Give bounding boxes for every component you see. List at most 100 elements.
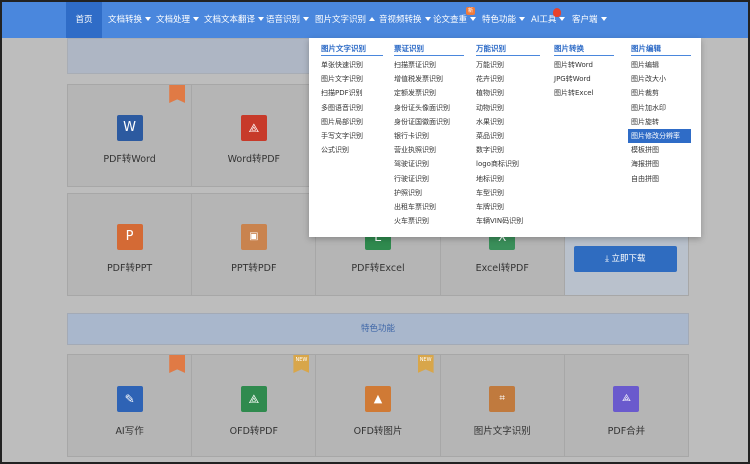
- ppt-pdf-icon: ▣: [240, 224, 267, 250]
- menu-item[interactable]: 手写文字识别: [321, 129, 383, 143]
- tool-pdf-merge[interactable]: ⟁ PDF合并: [563, 354, 690, 457]
- menu-item[interactable]: 图片改大小: [631, 72, 691, 86]
- menu-item[interactable]: 水果识别: [476, 115, 540, 129]
- nav-speech-recognition[interactable]: 语音识别: [266, 2, 310, 38]
- new-badge: 新: [466, 7, 475, 15]
- menu-item[interactable]: 出租车票识别: [394, 200, 464, 214]
- tool-ofd-to-pdf[interactable]: NEW ⟁ OFD转PDF: [191, 354, 316, 457]
- download-button[interactable]: ⤓ 立即下载: [573, 246, 677, 272]
- tool-label: PPT转PDF: [231, 263, 277, 274]
- word-icon: W: [116, 115, 143, 141]
- chevron-down-icon: [470, 17, 477, 21]
- col-head: 图片转换: [554, 38, 614, 56]
- menu-item[interactable]: 地标识别: [476, 172, 540, 186]
- menu-item[interactable]: 定额发票识别: [394, 86, 464, 100]
- scan-icon: ⌗: [489, 386, 516, 412]
- tool-label: AI写作: [115, 426, 144, 437]
- menu-item[interactable]: 身份证国徽面识别: [394, 115, 464, 129]
- menu-item[interactable]: 扫描PDF识别: [321, 86, 383, 100]
- nav-featured[interactable]: 特色功能: [482, 2, 526, 38]
- menu-item[interactable]: 菜品识别: [476, 129, 540, 143]
- tool-ai-writing[interactable]: ✎ AI写作: [67, 354, 192, 457]
- nav-image-ocr[interactable]: 图片文字识别: [315, 2, 376, 38]
- tool-label: PDF合并: [607, 426, 646, 437]
- menu-item[interactable]: 动物识别: [476, 101, 540, 115]
- chevron-down-icon: [519, 17, 526, 21]
- tool-label: Excel转PDF: [475, 263, 529, 274]
- new-badge-icon: NEW: [293, 355, 310, 373]
- menu-item[interactable]: 车牌识别: [476, 200, 540, 214]
- image-icon: ▲: [365, 386, 391, 412]
- menu-item[interactable]: 图片旋转: [631, 115, 691, 129]
- tool-ppt-to-pdf[interactable]: ▣ PPT转PDF: [191, 193, 316, 296]
- menu-item[interactable]: 单张快速识别: [321, 58, 383, 72]
- menu-item[interactable]: 护照识别: [394, 186, 464, 200]
- nav-home[interactable]: 首页: [66, 2, 102, 38]
- tool-label: PDF转PPT: [106, 263, 153, 274]
- menu-item[interactable]: 植物识别: [476, 86, 540, 100]
- menu-item[interactable]: 图片裁剪: [631, 86, 691, 100]
- tool-label: OFD转图片: [353, 426, 403, 437]
- pdf-icon: ⟁: [240, 115, 267, 141]
- menu-item[interactable]: 图片加水印: [631, 101, 691, 115]
- chevron-down-icon: [559, 17, 566, 21]
- menu-item[interactable]: 扫描票证识别: [394, 58, 464, 72]
- tool-grid-row-3: ✎ AI写作 NEW ⟁ OFD转PDF NEW ▲ OFD转图片 ⌗ 图片文字…: [67, 354, 690, 457]
- menu-item[interactable]: 驾驶证识别: [394, 157, 464, 171]
- tool-pdf-to-ppt[interactable]: P PDF转PPT: [67, 193, 192, 296]
- menu-item[interactable]: 银行卡识别: [394, 129, 464, 143]
- menu-item[interactable]: 模板拼图: [631, 143, 691, 157]
- menu-item[interactable]: 公式识别: [321, 143, 383, 157]
- tool-label: Word转PDF: [227, 154, 281, 165]
- tool-word-to-pdf[interactable]: ⟁ Word转PDF: [191, 84, 316, 187]
- menu-item[interactable]: 海报拼图: [631, 157, 691, 171]
- chevron-down-icon: [600, 17, 607, 21]
- new-badge-icon: NEW: [417, 355, 434, 373]
- tool-image-text-ocr[interactable]: ⌗ 图片文字识别: [439, 354, 564, 457]
- nav-ai-tools[interactable]: AI工具: [531, 2, 566, 38]
- browser-frame: W PDF转Word ⟁ Word转PDF P PDF转PPT ▣ PPT转PD…: [0, 0, 750, 464]
- menu-item[interactable]: 火车票识别: [394, 214, 464, 228]
- col-head: 万能识别: [476, 38, 540, 56]
- menu-item[interactable]: 图片编辑: [631, 58, 691, 72]
- tool-pdf-to-word[interactable]: W PDF转Word: [67, 84, 192, 187]
- nav-client[interactable]: 客户端: [572, 2, 607, 38]
- hot-badge-icon: [553, 8, 561, 17]
- menu-item[interactable]: 行驶证识别: [394, 172, 464, 186]
- menu-item[interactable]: 万能识别: [476, 58, 540, 72]
- menu-item[interactable]: 图片转Excel: [554, 86, 614, 100]
- nav-doc-process[interactable]: 文档处理: [156, 2, 200, 38]
- menu-item[interactable]: 车型识别: [476, 186, 540, 200]
- tool-label: PDF转Word: [103, 154, 156, 165]
- chevron-down-icon: [303, 17, 310, 21]
- menu-item[interactable]: 图片转Word: [554, 58, 614, 72]
- ofd-pdf-icon: ⟁: [240, 386, 267, 412]
- nav-doc-convert[interactable]: 文档转换: [108, 2, 152, 38]
- menu-item[interactable]: 车辆VIN码识别: [476, 214, 540, 228]
- nav-av-convert[interactable]: 音视频转换: [379, 2, 431, 38]
- download-label: 立即下载: [611, 254, 646, 264]
- tool-ofd-to-image[interactable]: NEW ▲ OFD转图片: [315, 354, 440, 457]
- menu-item[interactable]: 图片文字识别: [321, 72, 383, 86]
- menu-item[interactable]: 图片局部识别: [321, 115, 383, 129]
- nav-doc-translate[interactable]: 文档文本翻译: [204, 2, 265, 38]
- tool-label: PDF转Excel: [351, 263, 405, 274]
- menu-item[interactable]: 多图语音识别: [321, 101, 383, 115]
- menu-item[interactable]: 增值税发票识别: [394, 72, 464, 86]
- tool-label: OFD转PDF: [229, 426, 278, 437]
- chevron-up-icon: [369, 17, 376, 21]
- dropdown-col-image-convert: 图片转换 图片转Word JPG转Word 图片转Excel: [554, 38, 614, 101]
- menu-item[interactable]: logo商标识别: [476, 157, 540, 171]
- menu-item[interactable]: 身份证头像面识别: [394, 101, 464, 115]
- ppt-icon: P: [116, 224, 143, 250]
- menu-item[interactable]: 数字识别: [476, 143, 540, 157]
- menu-item[interactable]: JPG转Word: [554, 72, 614, 86]
- menu-item[interactable]: 花卉识别: [476, 72, 540, 86]
- pdf-merge-icon: ⟁: [613, 386, 640, 412]
- tool-label: 图片文字识别: [473, 426, 531, 437]
- menu-item[interactable]: 自由拼图: [631, 172, 691, 186]
- menu-item[interactable]: 营业执照识别: [394, 143, 464, 157]
- menu-item-highlighted[interactable]: 图片修改分辨率: [628, 128, 691, 144]
- col-head: 票证识别: [394, 38, 464, 56]
- col-head: 图片编辑: [631, 38, 691, 56]
